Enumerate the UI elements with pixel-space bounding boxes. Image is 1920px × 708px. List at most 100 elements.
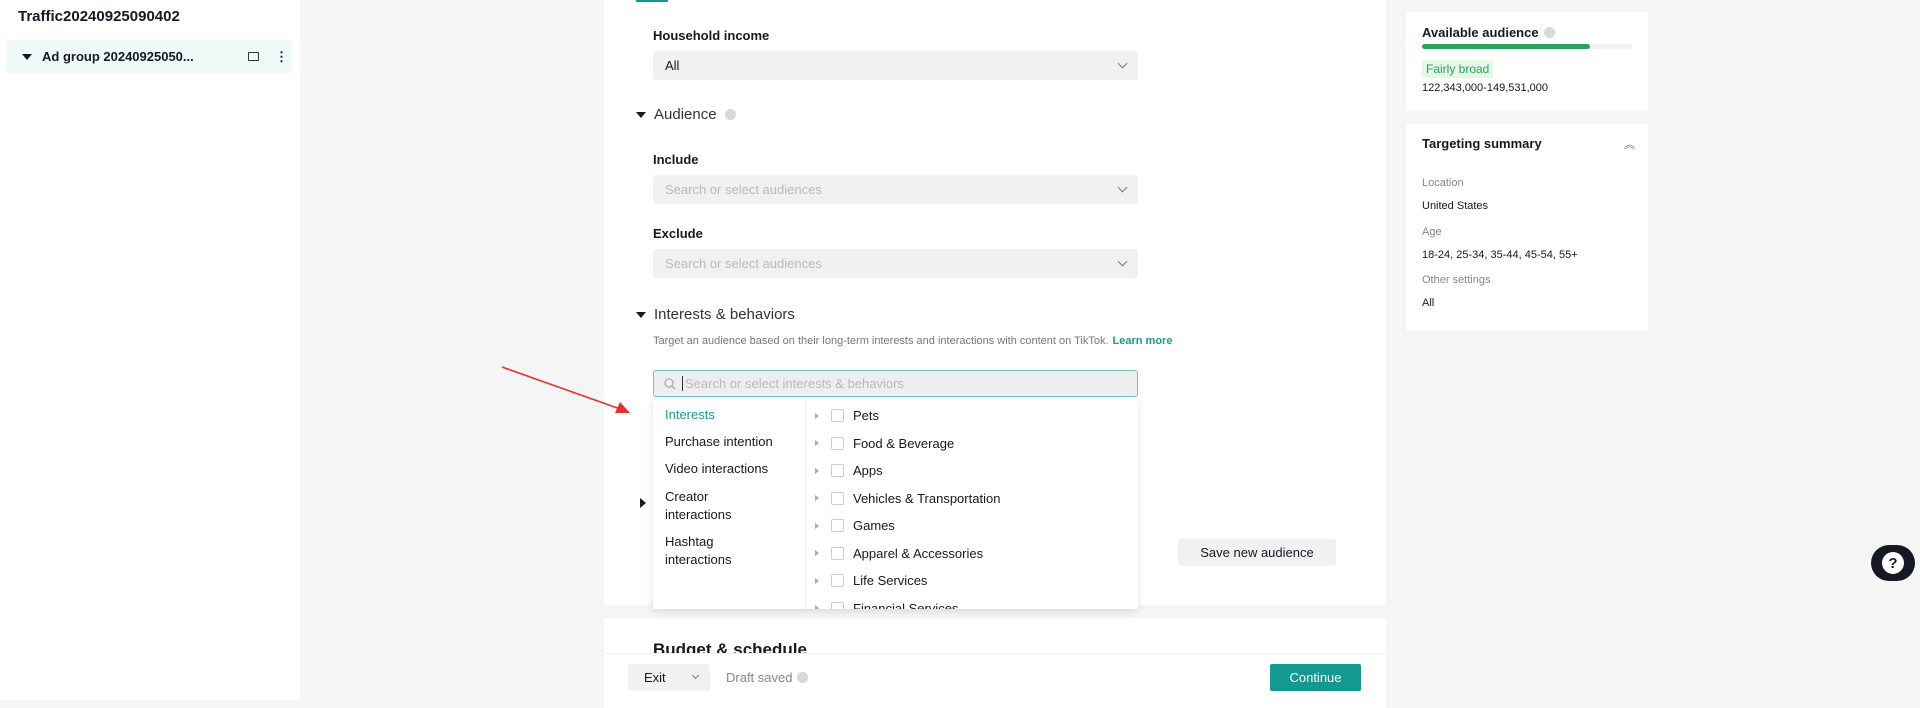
household-income-label: Household income [653,28,770,43]
expand-icon[interactable] [815,522,819,529]
category-hashtag-interactions[interactable]: Hashtag interactions [665,533,755,569]
audience-meter-fill [1422,44,1590,49]
help-button[interactable]: ? [1871,545,1915,581]
interest-option[interactable]: Vehicles & Transportation [815,491,1000,506]
interests-search-input[interactable]: Search or select interests & behaviors [653,370,1138,397]
option-label: Food & Beverage [853,435,955,451]
option-label: Financial Services [853,600,959,610]
option-label: Games [853,518,895,533]
chevron-down-icon [1117,182,1128,193]
info-icon[interactable] [1543,27,1555,38]
checkbox[interactable] [831,601,844,609]
info-icon[interactable] [797,672,809,683]
available-audience-header: Available audience [1422,25,1555,40]
caret-down-icon [636,311,646,318]
info-icon[interactable] [724,109,736,120]
audience-title: Audience [654,106,717,123]
interest-option[interactable]: Food & Beverage [815,436,954,451]
audience-section-toggle[interactable]: Audience [636,106,736,123]
expand-icon[interactable] [815,495,819,501]
household-income-value: All [665,58,680,73]
targeting-summary-card: Targeting summary ︽ Location United Stat… [1406,124,1648,331]
collapse-icon[interactable]: ︽ [1624,136,1635,152]
ad-group-item[interactable]: Ad group 20240925050... ⋮ [6,40,292,73]
copy-icon[interactable] [248,52,259,61]
available-audience-card: Available audience Fairly broad 122,343,… [1406,12,1648,111]
search-icon [664,377,676,389]
ad-group-label: Ad group 20240925050... [42,49,194,64]
interest-option[interactable]: Pets [815,408,879,423]
category-creator-interactions[interactable]: Creator interactions [665,488,755,524]
checkbox[interactable] [831,409,844,422]
checkbox[interactable] [831,491,844,505]
exclude-audience-select[interactable]: Search or select audiences [653,249,1138,278]
interest-option[interactable]: Life Services [815,573,927,588]
include-label: Include [653,152,699,167]
household-income-select[interactable]: All [653,51,1138,80]
targeting-card: Household income All Audience Include Se… [604,0,1386,609]
campaign-title[interactable]: Traffic20240925090402 [18,8,180,25]
interest-option[interactable]: Apparel & Accessories [815,546,983,561]
interest-option[interactable]: Games [815,518,895,533]
description-text: Target an audience based on their long-t… [653,335,1109,347]
text-cursor [682,376,683,391]
category-list: Interests Purchase intention Video inter… [653,400,806,609]
question-icon: ? [1882,552,1904,574]
option-label: Life Services [853,573,928,588]
category-purchase-intention[interactable]: Purchase intention [665,433,800,451]
exit-button[interactable]: Exit [628,664,710,691]
option-label: Apparel & Accessories [853,545,984,561]
annotation-arrow [501,366,630,413]
category-interests[interactable]: Interests [665,406,800,424]
expand-icon[interactable] [815,467,819,474]
interests-title: Interests & behaviors [654,306,795,323]
save-new-audience-button[interactable]: Save new audience [1178,539,1336,566]
checkbox[interactable] [831,546,844,560]
option-label: Vehicles & Transportation [853,490,1001,506]
learn-more-link[interactable]: Learn more [1113,335,1173,347]
exclude-placeholder: Search or select audiences [665,256,822,271]
continue-button[interactable]: Continue [1270,664,1361,691]
interests-section-toggle[interactable]: Interests & behaviors [636,306,795,323]
location-value: United States [1422,200,1489,212]
expand-icon[interactable] [815,605,819,609]
chevron-down-icon [1117,256,1128,267]
chevron-down-icon [1117,58,1128,69]
interest-option[interactable]: Financial Services [815,600,959,610]
other-settings-label: Other settings [1422,274,1491,286]
search-placeholder: Search or select interests & behaviors [685,376,904,391]
category-video-interactions[interactable]: Video interactions [665,460,800,478]
caret-down-icon[interactable] [22,53,32,60]
expand-icon[interactable] [815,440,819,446]
available-audience-title: Available audience [1422,25,1539,40]
caret-right-icon[interactable] [640,498,646,508]
interest-option[interactable]: Apps [815,463,883,478]
include-audience-select[interactable]: Search or select audiences [653,175,1138,204]
audience-range: 122,343,000-149,531,000 [1422,82,1549,94]
expand-icon[interactable] [815,412,819,419]
tab-indicator [636,0,668,2]
expand-icon[interactable] [815,550,819,556]
chevron-down-icon [691,671,700,680]
exit-label: Exit [644,670,666,685]
option-label: Pets [853,408,880,423]
expand-icon[interactable] [815,577,819,584]
targeting-summary-title: Targeting summary [1422,136,1542,151]
interests-description: Target an audience based on their long-t… [653,335,1172,347]
option-label: Apps [853,463,883,478]
interests-dropdown: Interests Purchase intention Video inter… [653,400,1138,609]
draft-status: Draft saved [726,670,809,685]
audience-meter [1422,44,1632,49]
other-settings-value: All [1422,297,1435,309]
location-label: Location [1422,177,1464,189]
age-value: 18-24, 25-34, 35-44, 45-54, 55+ [1422,249,1578,261]
checkbox[interactable] [831,519,844,532]
include-placeholder: Search or select audiences [665,182,822,197]
checkbox[interactable] [831,464,844,477]
caret-down-icon [636,111,646,118]
more-icon[interactable]: ⋮ [275,49,288,65]
checkbox[interactable] [831,436,844,450]
sidebar: Traffic20240925090402 Ad group 202409250… [0,0,300,700]
draft-saved-text: Draft saved [726,670,793,685]
checkbox[interactable] [831,574,844,587]
